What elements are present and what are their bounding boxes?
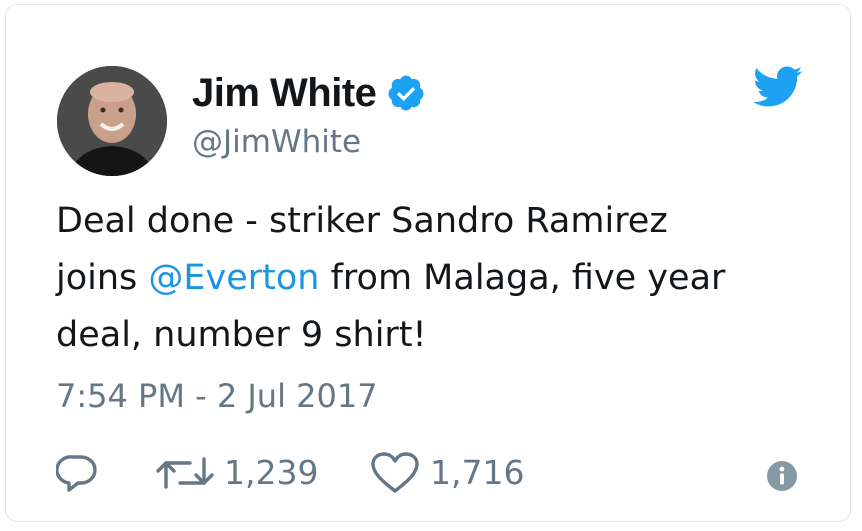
timestamp-link[interactable]: 7:54 PM - 2 Jul 2017 <box>56 375 378 417</box>
author-name[interactable]: Jim White <box>192 71 377 115</box>
like-button[interactable]: 1,716 <box>370 451 524 495</box>
info-icon[interactable] <box>766 460 798 492</box>
heart-icon <box>371 452 419 493</box>
retweet-count: 1,239 <box>224 453 319 492</box>
avatar[interactable] <box>57 66 167 176</box>
retweet-button[interactable]: 1,239 <box>156 451 318 495</box>
tweet-card: Jim White @JimWhite Deal done - striker … <box>5 4 851 522</box>
verified-badge-icon <box>388 75 424 111</box>
twitter-bird-icon[interactable] <box>753 66 803 108</box>
reply-icon <box>56 455 97 492</box>
tweet-text: Deal done - striker Sandro Ramirez joins… <box>56 193 836 364</box>
retweet-icon <box>156 457 214 489</box>
reply-button[interactable] <box>56 451 98 495</box>
mention-link[interactable]: @Everton <box>148 258 319 298</box>
author-handle[interactable]: @JimWhite <box>192 122 361 162</box>
like-count: 1,716 <box>430 453 525 492</box>
